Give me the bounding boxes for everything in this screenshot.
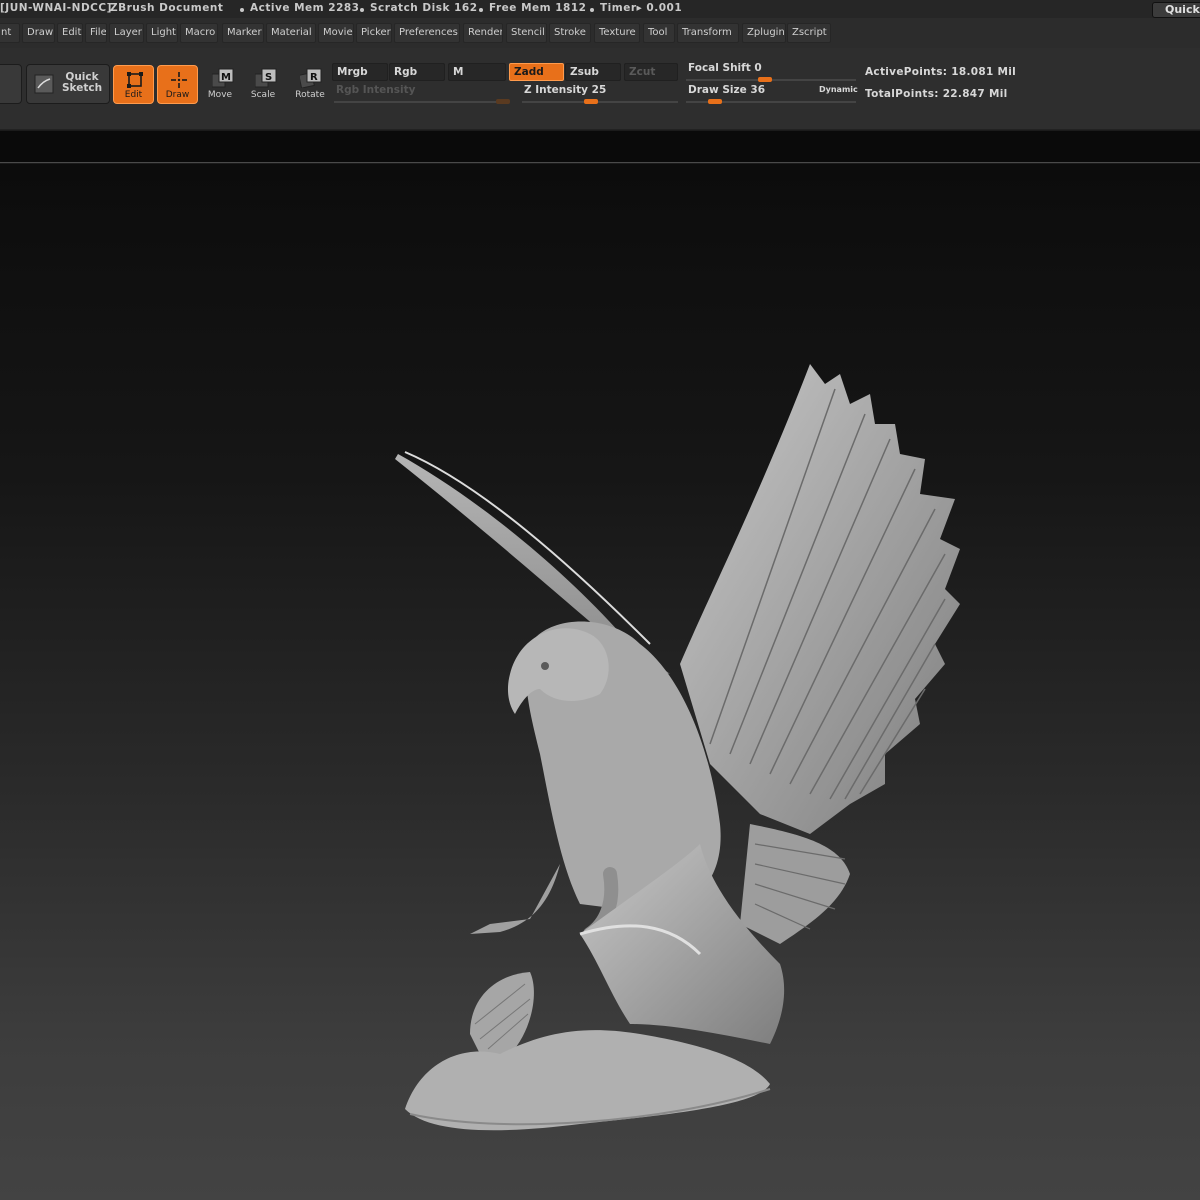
draw-button[interactable]: Draw xyxy=(157,65,198,104)
menu-item-picker[interactable]: Picker xyxy=(356,23,392,43)
rgb-intensity-label: Rgb Intensity xyxy=(336,84,416,96)
menu-item-stencil[interactable]: Stencil xyxy=(506,23,547,43)
edit-icon xyxy=(127,72,143,88)
zadd-toggle[interactable]: Zadd xyxy=(509,63,564,81)
menu-item-texture[interactable]: Texture xyxy=(594,23,640,43)
svg-text:M: M xyxy=(221,72,231,83)
menu-item-transform[interactable]: Transform xyxy=(677,23,739,43)
timer: Timer▸ 0.001 xyxy=(600,2,683,14)
rotate-label: Rotate xyxy=(295,90,325,100)
move-label: Move xyxy=(207,90,233,100)
dynamic-toggle[interactable]: Dynamic xyxy=(819,85,858,94)
menu-item-tool[interactable]: Tool xyxy=(643,23,675,43)
menu-item-file[interactable]: File xyxy=(85,23,107,43)
menu-item-draw[interactable]: Draw xyxy=(22,23,55,43)
scale-button[interactable]: S Scale xyxy=(247,65,281,104)
m-toggle[interactable]: M xyxy=(448,63,506,81)
menu-item-preferences[interactable]: Preferences xyxy=(394,23,460,43)
menu-item-layer[interactable]: Layer xyxy=(109,23,144,43)
bullet-icon xyxy=(360,8,364,12)
rgb-toggle[interactable]: Rgb xyxy=(389,63,445,81)
menu-item-macro[interactable]: Macro xyxy=(180,23,218,43)
menu-item-movie[interactable]: Movie xyxy=(318,23,354,43)
menu-item-zplugin[interactable]: Zplugin xyxy=(742,23,786,43)
menu-bar: nt Draw Edit File Layer Light Macro Mark… xyxy=(0,18,1200,48)
bullet-icon xyxy=(240,8,244,12)
draw-size-knob[interactable] xyxy=(708,99,722,104)
menu-item[interactable]: nt xyxy=(0,23,20,43)
menu-item-render[interactable]: Render xyxy=(463,23,503,43)
quicksave-button[interactable]: QuickS xyxy=(1152,2,1200,18)
rotate-button[interactable]: R Rotate xyxy=(292,65,328,104)
scale-label: Scale xyxy=(250,90,276,100)
top-shelf: Quick Sketch Edit Draw M Move S Scale R … xyxy=(0,48,1200,130)
draw-size-label: Draw Size 36 xyxy=(688,84,765,96)
eagle-sculpture-model[interactable] xyxy=(380,344,980,1144)
menu-item-material[interactable]: Material xyxy=(266,23,316,43)
active-mem: Active Mem 2283 xyxy=(250,2,360,14)
rotate-icon: R xyxy=(300,68,322,88)
focal-shift-knob[interactable] xyxy=(758,77,772,82)
scratch-disk: Scratch Disk 162 xyxy=(370,2,478,14)
focal-shift-label: Focal Shift 0 xyxy=(688,62,762,74)
quick-sketch-label: Quick Sketch xyxy=(61,71,103,94)
zsub-toggle[interactable]: Zsub xyxy=(565,63,621,81)
draw-label: Draw xyxy=(165,90,190,100)
menu-item-light[interactable]: Light xyxy=(146,23,178,43)
active-points: ActivePoints: 18.081 Mil xyxy=(865,66,1017,78)
document-title: ZBrush Document xyxy=(110,2,224,14)
scale-icon: S xyxy=(255,68,277,88)
menu-item-stroke[interactable]: Stroke xyxy=(549,23,591,43)
quick-sketch-icon xyxy=(34,74,54,94)
total-points: TotalPoints: 22.847 Mil xyxy=(865,88,1008,100)
document-canvas[interactable] xyxy=(0,164,1200,1200)
quick-sketch-button[interactable]: Quick Sketch xyxy=(26,64,110,104)
bullet-icon xyxy=(590,8,594,12)
menu-item-marker[interactable]: Marker xyxy=(222,23,264,43)
move-icon: M xyxy=(212,68,234,88)
title-bar: [JUN-WNAI-NDCC] ZBrush Document Active M… xyxy=(0,0,1200,18)
svg-text:R: R xyxy=(310,72,318,83)
z-intensity-track[interactable] xyxy=(522,101,678,103)
svg-text:S: S xyxy=(265,72,272,83)
rgb-intensity-knob[interactable] xyxy=(495,99,510,104)
bullet-icon xyxy=(479,8,483,12)
move-button[interactable]: M Move xyxy=(204,65,238,104)
zcut-toggle[interactable]: Zcut xyxy=(624,63,678,81)
draw-icon xyxy=(171,72,187,88)
edit-label: Edit xyxy=(124,90,143,100)
free-mem: Free Mem 1812 xyxy=(489,2,587,14)
z-intensity-label: Z Intensity 25 xyxy=(524,84,607,96)
mrgb-toggle[interactable]: Mrgb xyxy=(332,63,388,81)
machine-id: [JUN-WNAI-NDCC] xyxy=(0,2,112,14)
menu-item-edit[interactable]: Edit xyxy=(57,23,83,43)
projection-master-button[interactable] xyxy=(0,64,22,104)
edit-button[interactable]: Edit xyxy=(113,65,154,104)
rgb-intensity-track[interactable] xyxy=(334,101,508,103)
z-intensity-knob[interactable] xyxy=(584,99,598,104)
menu-item-zscript[interactable]: Zscript xyxy=(787,23,831,43)
shelf-divider xyxy=(0,131,1200,163)
